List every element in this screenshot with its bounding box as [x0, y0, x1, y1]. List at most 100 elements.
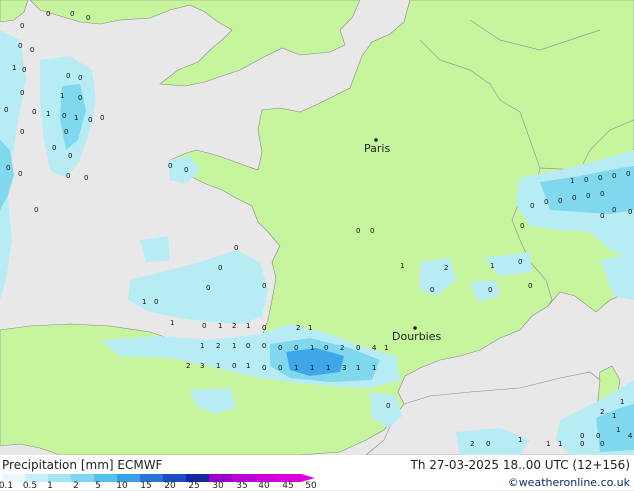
precip-value: 2: [340, 344, 344, 352]
forecast-datetime: Th 27-03-2025 18..00 UTC (12+156): [410, 458, 630, 472]
precip-value: 0: [430, 286, 434, 294]
precip-value: 0: [32, 108, 36, 116]
precip-value: 1: [356, 364, 360, 372]
precip-value: 0: [34, 206, 38, 214]
precip-value: 1: [218, 322, 222, 330]
precip-value: 3: [342, 364, 346, 372]
precip-value: 1: [200, 342, 204, 350]
precip-value: 0: [324, 344, 328, 352]
precip-value: 0: [20, 22, 24, 30]
precip-value: 4: [628, 432, 633, 440]
precip-value: 0: [100, 114, 104, 122]
precip-value: 2: [216, 342, 220, 350]
precip-value: 1: [308, 324, 312, 332]
credit-link[interactable]: ©weatheronline.co.uk: [508, 476, 630, 489]
city-label-dourbies: Dourbies: [392, 330, 442, 343]
precip-value: 0: [356, 227, 360, 235]
precip-value: 1: [60, 92, 64, 100]
precip-value: 1: [246, 362, 250, 370]
precip-value: 0: [520, 222, 524, 230]
precip-value: 0: [18, 170, 22, 178]
footer: Precipitation [mm] ECMWF Th 27-03-2025 1…: [0, 455, 634, 491]
precip-value: 0: [626, 170, 630, 178]
precip-value: 0: [4, 106, 8, 114]
precip-value: 1: [216, 362, 220, 370]
precip-value: 1: [612, 412, 616, 420]
precip-value: 1: [142, 298, 146, 306]
precipitation-map: 0 0 0 0 0 0 1 0 0 0 1 0 0 0 0 1 0 1 0 0 0 0 0 0 0 0 0 0 0 0 0 1 0 0 0 0 0 0 0 0…: [0, 0, 634, 490]
precip-value: 0: [62, 112, 66, 120]
precip-value: 1: [490, 262, 494, 270]
precip-value: 0: [572, 194, 576, 202]
precip-value: 0: [544, 198, 548, 206]
precip-value: 0: [86, 14, 90, 22]
precip-value: 0: [518, 258, 522, 266]
precip-value: 0: [78, 74, 82, 82]
precip-value: 2: [444, 264, 448, 272]
precip-value: 0: [184, 166, 188, 174]
precip-value: 0: [218, 264, 222, 272]
precip-value: 2: [470, 440, 474, 448]
precip-value: 0: [370, 227, 374, 235]
precip-value: 1: [372, 364, 376, 372]
legend-title: Precipitation [mm] ECMWF: [2, 458, 163, 472]
precip-value: 1: [46, 110, 50, 118]
precip-value: 0: [600, 440, 604, 448]
precip-value: 1: [326, 364, 330, 372]
precip-value: 1: [294, 364, 298, 372]
precip-value: 0: [70, 10, 74, 18]
precip-value: 1: [232, 342, 236, 350]
precip-value: 0: [598, 174, 602, 182]
precip-value: 0: [78, 94, 82, 102]
precip-value: 1: [12, 64, 16, 72]
precip-value: 0: [66, 172, 70, 180]
precip-value: 0: [486, 440, 490, 448]
precip-value: 1: [246, 322, 250, 330]
precip-value: 4: [372, 344, 377, 352]
precip-value: 0: [68, 152, 72, 160]
precip-value: 0: [628, 208, 632, 216]
precip-value: 1: [616, 426, 620, 434]
precip-value: 1: [620, 398, 624, 406]
precip-value: 0: [154, 298, 158, 306]
precip-value: 0: [52, 144, 56, 152]
precip-value: 0: [20, 128, 24, 136]
precip-value: 0: [488, 286, 492, 294]
precip-value: 0: [596, 432, 600, 440]
precip-value: 0: [262, 324, 266, 332]
colorbar-ticks: 0.1 0.5 1 2 5 10 15 20 25 30 35 40 45 50: [0, 482, 340, 491]
precip-value: 0: [278, 364, 282, 372]
precip-value: 0: [580, 432, 584, 440]
precip-value: 0: [30, 46, 34, 54]
precip-value: 0: [84, 174, 88, 182]
precip-value: 0: [88, 116, 92, 124]
precip-value: 0: [558, 197, 562, 205]
precip-value: 0: [66, 72, 70, 80]
precip-value: 0: [278, 344, 282, 352]
precip-value: 2: [600, 408, 604, 416]
precip-value: 3: [200, 362, 204, 370]
precip-value: 0: [586, 192, 590, 200]
precip-value: 0: [206, 284, 210, 292]
precip-value: 0: [18, 42, 22, 50]
precip-value: 0: [20, 89, 24, 97]
precip-value: 0: [528, 282, 532, 290]
precip-value: 2: [296, 324, 300, 332]
precip-value: 0: [6, 164, 10, 172]
precip-value: 1: [570, 177, 574, 185]
precip-value: 0: [46, 10, 50, 18]
precip-value: 0: [22, 66, 26, 74]
precip-value: 0: [232, 362, 236, 370]
precip-value: 0: [262, 364, 266, 372]
precip-value: 0: [168, 162, 172, 170]
precip-value: 0: [202, 322, 206, 330]
precip-value: 2: [232, 322, 236, 330]
precip-value: 0: [600, 190, 604, 198]
precip-value: 0: [600, 212, 604, 220]
precip-value: 0: [246, 342, 250, 350]
precip-value: 0: [612, 172, 616, 180]
precip-value: 0: [612, 206, 616, 214]
precip-value: 0: [262, 342, 266, 350]
precip-value: 0: [584, 176, 588, 184]
precip-value: 0: [580, 440, 584, 448]
